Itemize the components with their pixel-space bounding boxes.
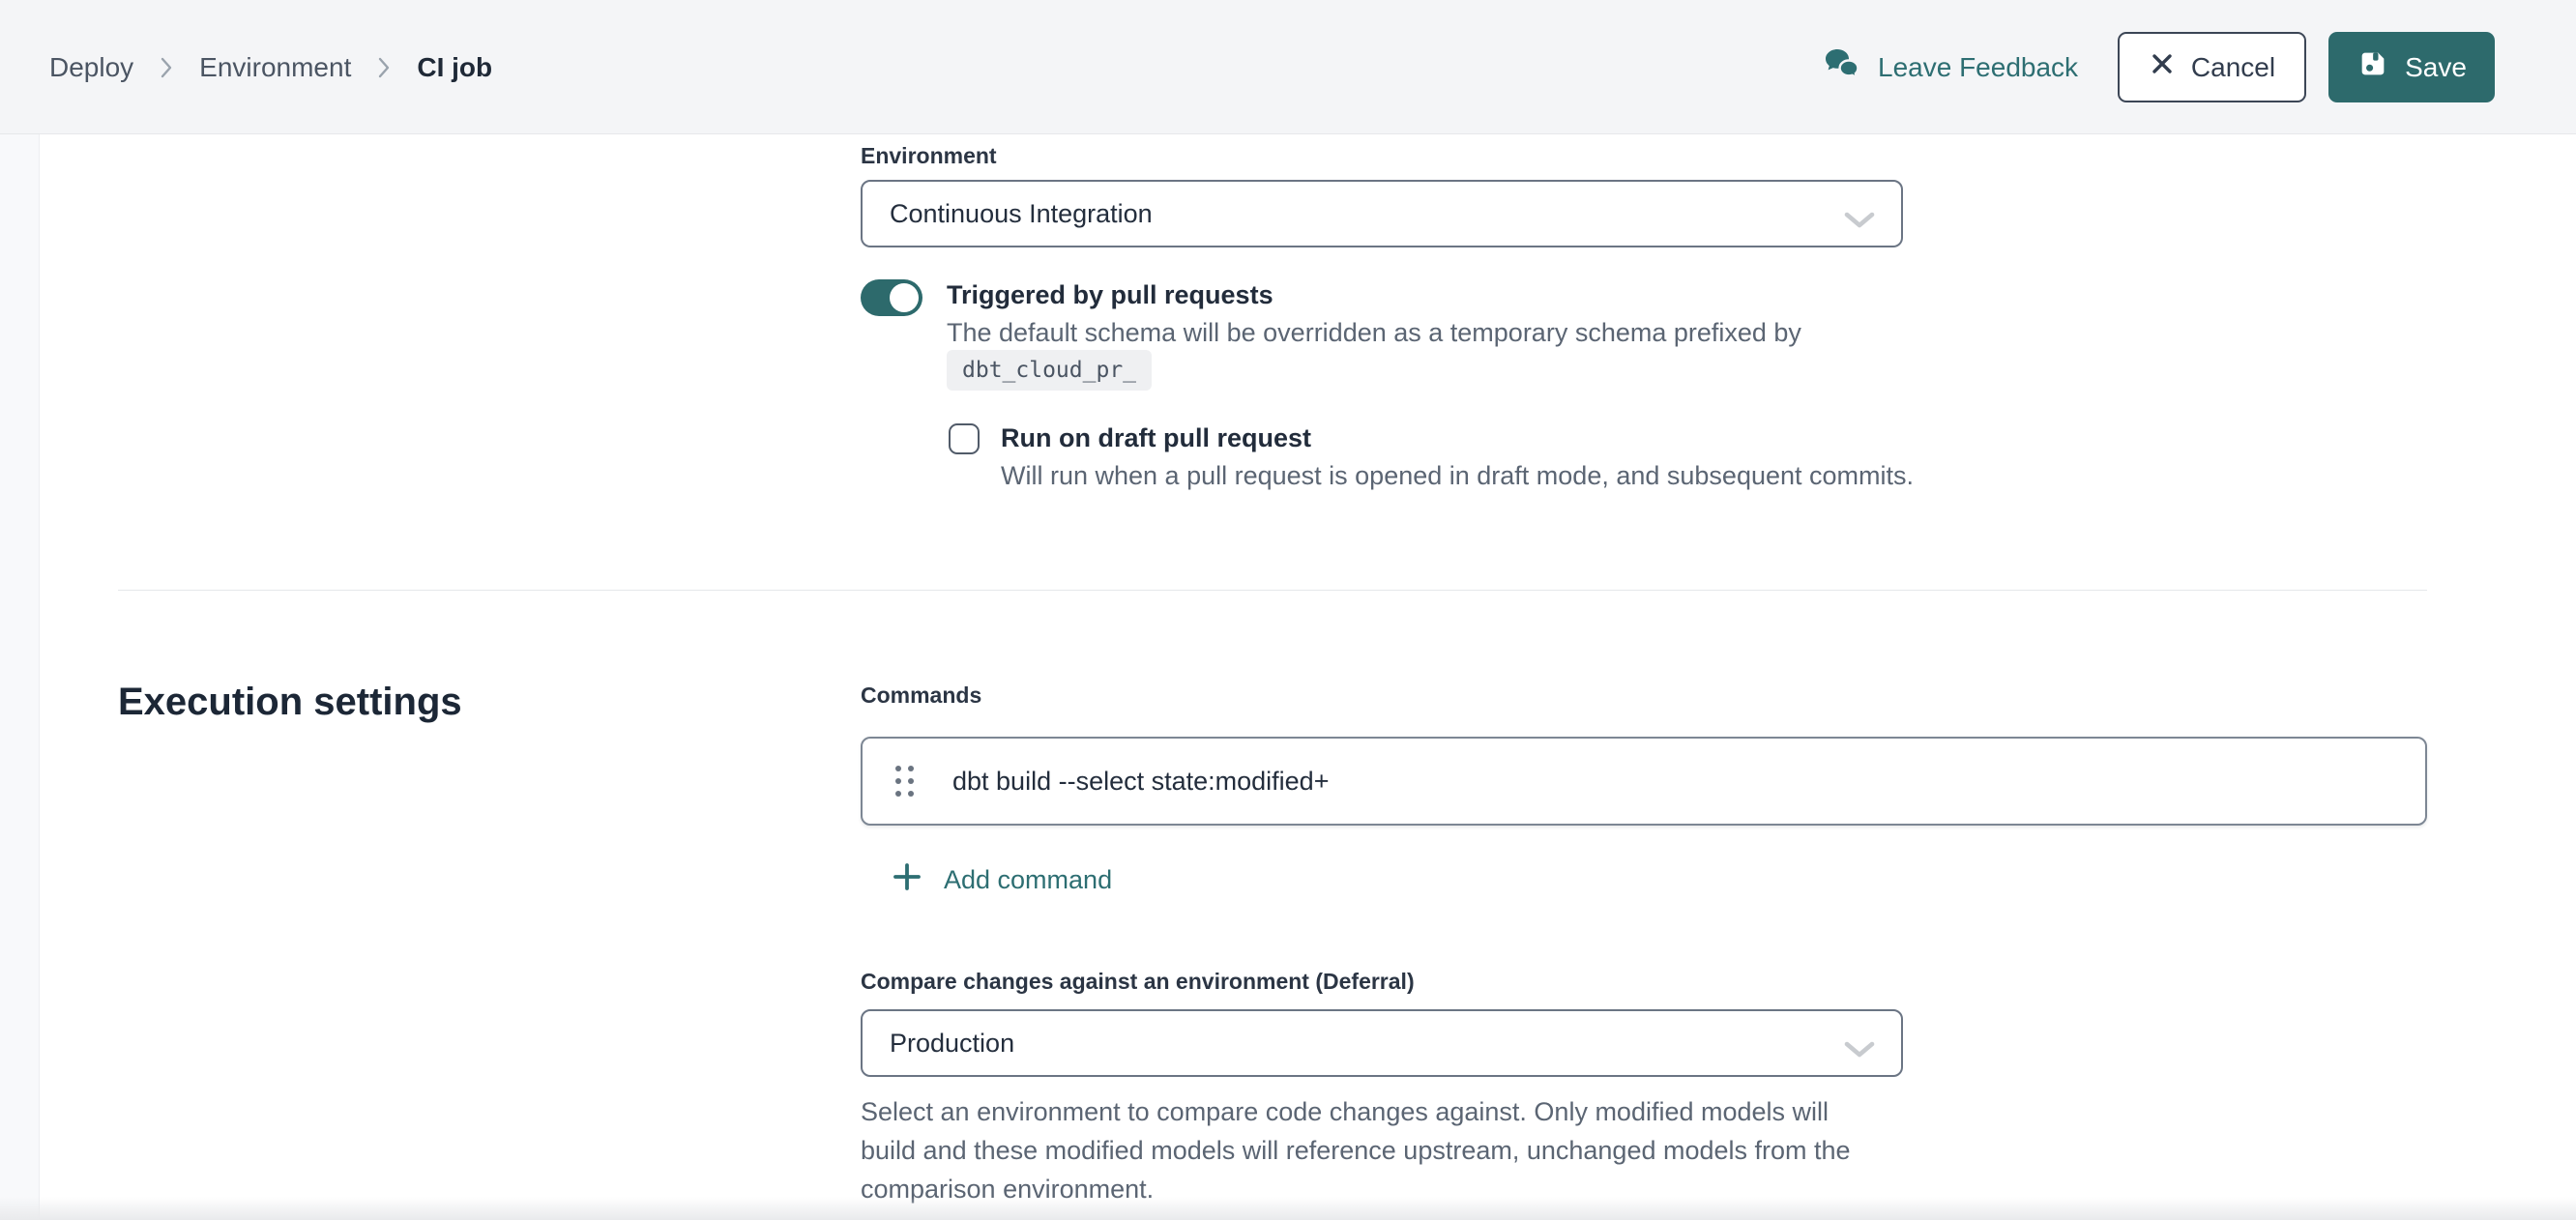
pr-trigger-toggle[interactable] [861,279,922,316]
chevron-down-icon [1843,1036,1876,1066]
pr-trigger-label: Triggered by pull requests [947,280,1273,310]
bottom-fade [0,1197,2576,1220]
leave-feedback-link[interactable]: Leave Feedback [1824,0,2078,134]
cancel-button[interactable]: Cancel [2118,32,2306,102]
x-icon [2149,50,2176,84]
pr-trigger-description: The default schema will be overridden as… [947,318,1801,348]
command-row[interactable]: dbt build --select state:modified+ [861,737,2427,826]
execution-settings-title: Execution settings [118,681,462,724]
schema-prefix-code: dbt_cloud_pr_ [947,350,1152,391]
section-divider [118,590,2427,591]
save-label: Save [2405,52,2467,83]
draft-pr-label: Run on draft pull request [1001,423,1311,453]
chevron-right-icon [159,55,174,80]
save-button[interactable]: Save [2328,32,2495,102]
breadcrumb-environment[interactable]: Environment [199,52,351,83]
ci-job-settings-page: Deploy Environment CI job Leave Feedback [0,0,2576,1220]
command-input[interactable]: dbt build --select state:modified+ [952,767,1329,797]
draft-pr-description: Will run when a pull request is opened i… [1001,461,1914,491]
chevron-down-icon [1843,207,1876,237]
environment-select[interactable]: Continuous Integration [861,180,1903,247]
toggle-knob [890,283,919,312]
environment-select-value: Continuous Integration [890,199,1153,229]
breadcrumb-ci-job: CI job [417,52,492,83]
deferral-select-value: Production [890,1029,1014,1059]
page-header: Deploy Environment CI job Leave Feedback [0,0,2576,134]
left-gutter [0,134,40,1220]
deferral-description: Select an environment to compare code ch… [861,1092,1889,1208]
drag-handle-icon[interactable] [895,766,914,797]
add-command-label: Add command [944,865,1112,895]
breadcrumb-deploy[interactable]: Deploy [49,52,133,83]
chat-bubbles-icon [1824,47,1860,87]
plus-icon [892,861,922,899]
deferral-select[interactable]: Production [861,1009,1903,1077]
environment-field-label: Environment [861,143,997,169]
cancel-label: Cancel [2191,52,2275,83]
deferral-field-label: Compare changes against an environment (… [861,969,1415,995]
add-command-button[interactable]: Add command [892,860,1112,899]
leave-feedback-label: Leave Feedback [1878,52,2078,83]
breadcrumb: Deploy Environment CI job [49,0,492,134]
draft-pr-checkbox[interactable] [949,423,980,454]
chevron-right-icon [376,55,392,80]
floppy-disk-icon [2356,47,2389,87]
commands-field-label: Commands [861,683,981,709]
